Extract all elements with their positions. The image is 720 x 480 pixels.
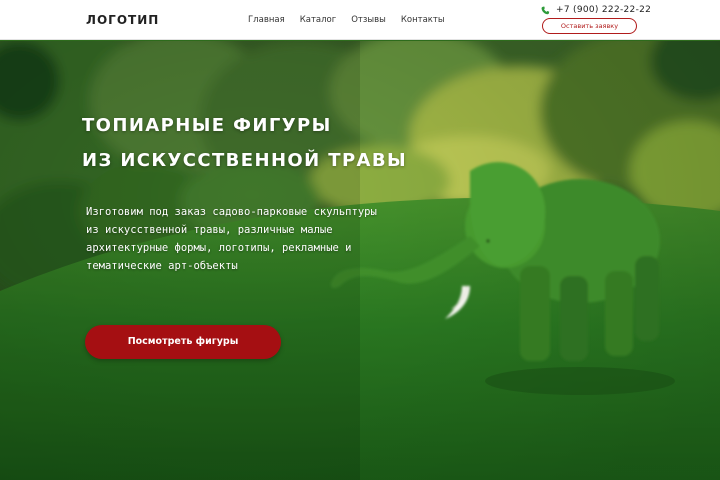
- main-nav: Главная Каталог Отзывы Контакты: [248, 15, 460, 25]
- nav-item-home[interactable]: Главная: [248, 15, 285, 25]
- hero-description-line-4: тематические арт-объекты: [86, 260, 238, 272]
- hero-title: ТОПИАРНЫЕ ФИГУРЫ ИЗ ИСКУССТВЕННОЙ ТРАВЫ: [82, 108, 502, 178]
- phone-number[interactable]: +7 (900) 222-22-22: [556, 5, 651, 15]
- nav-item-contacts[interactable]: Контакты: [401, 15, 445, 25]
- nav-item-catalog[interactable]: Каталог: [300, 15, 337, 25]
- hero-description-line-1: Изготовим под заказ садово-парковые скул…: [86, 206, 377, 218]
- logo[interactable]: ЛОГОТИП: [86, 13, 159, 27]
- order-request-button[interactable]: Оставить заявку: [542, 18, 637, 34]
- hero-description-line-2: из искусственной травы, различные малые: [86, 224, 333, 236]
- view-figures-button[interactable]: Посмотреть фигуры: [85, 325, 281, 359]
- phone-contact[interactable]: +7 (900) 222-22-22: [541, 5, 651, 15]
- nav-item-reviews[interactable]: Отзывы: [351, 15, 386, 25]
- hero-title-line-1: ТОПИАРНЫЕ ФИГУРЫ: [82, 115, 332, 136]
- hero-title-line-2: ИЗ ИСКУССТВЕННОЙ ТРАВЫ: [82, 150, 408, 171]
- hero-description-line-3: архитектурные формы, логотипы, рекламные…: [86, 242, 352, 254]
- site-header: ЛОГОТИП Главная Каталог Отзывы Контакты …: [0, 0, 720, 40]
- hero-description: Изготовим под заказ садово-парковые скул…: [86, 203, 406, 275]
- phone-icon: [541, 6, 550, 14]
